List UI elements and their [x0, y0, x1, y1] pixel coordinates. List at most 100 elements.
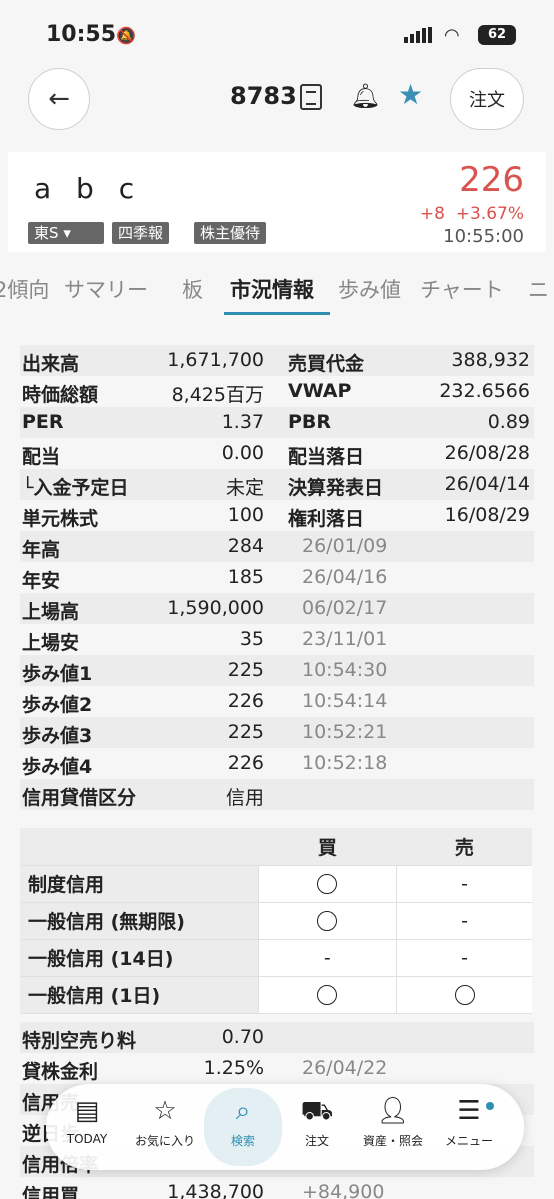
search-icon: ⌕ [235, 1096, 251, 1126]
tab-underline [224, 312, 330, 315]
info-label: 売買代金 [288, 353, 365, 375]
info-label: └入金予定日 [22, 477, 129, 499]
margin-header-buy: 買 [258, 828, 397, 866]
info-value: 26/04/14 [444, 473, 530, 495]
quote-time: 10:55:00 [443, 226, 524, 247]
arrow-left-icon: ← [48, 84, 70, 114]
info-label: 年高 [22, 539, 61, 561]
nav-today[interactable]: ▤ TODAY [48, 1094, 126, 1146]
info-value: 1.25% [203, 1057, 264, 1079]
info-value: 1.37 [221, 411, 264, 433]
margin-row: 一般信用 (1日) [20, 976, 532, 1014]
market-select[interactable]: 東S ▾ [28, 222, 104, 244]
margin-buy-cell: - [257, 939, 397, 977]
margin-row-label: 制度信用 [20, 865, 258, 903]
signal-icon [404, 27, 432, 43]
margin-row: 制度信用 - [20, 865, 532, 903]
info-value: 信用 [225, 787, 264, 809]
info-row: 時価総額 8,425百万 VWAP 232.6566 [20, 376, 534, 407]
order-button[interactable]: 注文 [450, 68, 524, 130]
margin-table: 買 売 制度信用 - 一般信用 (無期限) - 一般信用 (14日) - - 一般信用 (1日… [20, 828, 532, 1014]
status-time: 10:55 [46, 22, 117, 47]
tab-ticks[interactable]: 歩み値 [338, 274, 401, 304]
tab-bar: 2傾向 サマリー 板 市況情報 歩み値 チャート ニ [0, 262, 554, 318]
available-circle-icon [317, 911, 338, 931]
wifi-icon: ◠ [444, 25, 460, 46]
info-row: 歩み値2 226 10:54:14 [20, 686, 534, 717]
info-label: 上場高 [22, 601, 80, 623]
margin-sell-cell [396, 976, 532, 1014]
margin-row-label: 一般信用 (1日) [20, 976, 258, 1014]
info-value: 26/08/28 [444, 442, 530, 464]
tab-chart[interactable]: チャート [420, 274, 504, 304]
info-row: 特別空売り料 0.70 [20, 1022, 534, 1053]
info-row: 上場高 1,590,000 06/02/17 [20, 593, 534, 624]
tab-summary[interactable]: サマリー [64, 274, 148, 304]
margin-sell-cell: - [396, 939, 532, 977]
bell-icon[interactable]: 🔔︎ [350, 82, 380, 110]
info-value: 1,438,700 [167, 1181, 264, 1199]
tab-trend[interactable]: 2傾向 [0, 274, 49, 304]
info-row: 信用貸借区分 信用 [20, 779, 534, 810]
nav-order[interactable]: ⛟ 注文 [278, 1094, 356, 1149]
margin-row: 一般信用 (無期限) - [20, 902, 532, 940]
info-value: 225 [227, 721, 264, 743]
info-value: 35 [239, 628, 264, 650]
status-bar: 10:55 🔕 ◠ 62 [0, 0, 554, 62]
nav-favorites[interactable]: ☆ お気に入り [126, 1094, 204, 1149]
margin-header-sell: 売 [396, 828, 532, 866]
info-row: 貸株金利 1.25% 26/04/22 [20, 1053, 534, 1084]
info-date: 23/11/01 [302, 628, 388, 650]
info-label: 信用貸借区分 [22, 787, 137, 809]
info-value: 226 [227, 690, 264, 712]
info-date: 26/01/09 [302, 535, 388, 557]
info-row: 出来高 1,671,700 売買代金 388,932 [20, 345, 534, 376]
info-row: 信用買 1,438,700 +84,900 [20, 1177, 534, 1199]
info-label: 年安 [22, 570, 61, 592]
info-value: 100 [227, 504, 264, 526]
info-date: 26/04/16 [302, 566, 388, 588]
info-date: 10:54:14 [302, 690, 388, 712]
nav-assets[interactable]: 👤︎ 資産・照会 [354, 1094, 432, 1149]
info-value: 1,671,700 [167, 349, 264, 371]
info-label: 歩み値1 [22, 663, 93, 685]
tab-board[interactable]: 板 [182, 274, 203, 304]
document-icon[interactable] [300, 84, 322, 110]
info-value: 284 [227, 535, 264, 557]
info-value: 0.70 [221, 1026, 264, 1048]
info-value: 225 [227, 659, 264, 681]
tab-market-info[interactable]: 市況情報 [230, 274, 314, 304]
info-row: 年安 185 26/04/16 [20, 562, 534, 593]
info-date: 10:52:18 [302, 752, 388, 774]
tab-news[interactable]: ニ [528, 274, 549, 304]
person-icon: 👤︎ [376, 1096, 410, 1126]
quote-panel: a b c 東S ▾ 四季報 株主優待 226 +8 +3.67% 10:55:… [8, 152, 546, 252]
info-date: 10:52:21 [302, 721, 388, 743]
notification-dot [486, 1102, 494, 1110]
info-row: 上場安 35 23/11/01 [20, 624, 534, 655]
info-date: +84,900 [302, 1181, 385, 1199]
nav-search[interactable]: ⌕ 検索 [204, 1088, 282, 1166]
yutai-tag[interactable]: 株主優待 [194, 222, 267, 244]
nav-menu[interactable]: ☰ メニュー [430, 1094, 508, 1149]
info-label: 上場安 [22, 632, 80, 654]
info-value: 185 [227, 566, 264, 588]
info-label: 歩み値3 [22, 725, 93, 747]
price-change: +8 +3.67% [419, 204, 524, 224]
available-circle-icon [317, 985, 338, 1005]
margin-row: 一般信用 (14日) - - [20, 939, 532, 977]
info-label: 時価総額 [22, 384, 99, 406]
star-outline-icon: ☆ [153, 1096, 177, 1126]
info-label: 配当 [22, 446, 61, 468]
info-value: 16/08/29 [444, 504, 530, 526]
favorite-star-icon[interactable]: ★ [398, 78, 423, 111]
margin-sell-cell: - [396, 902, 532, 940]
margin-row-label: 一般信用 (無期限) [20, 902, 258, 940]
margin-row-label: 一般信用 (14日) [20, 939, 258, 977]
info-row: 歩み値1 225 10:54:30 [20, 655, 534, 686]
info-label: 配当落日 [288, 446, 365, 468]
shikiho-tag[interactable]: 四季報 [112, 222, 170, 244]
info-label: VWAP [288, 380, 352, 402]
info-label: 特別空売り料 [22, 1030, 137, 1052]
back-button[interactable]: ← [28, 68, 90, 130]
